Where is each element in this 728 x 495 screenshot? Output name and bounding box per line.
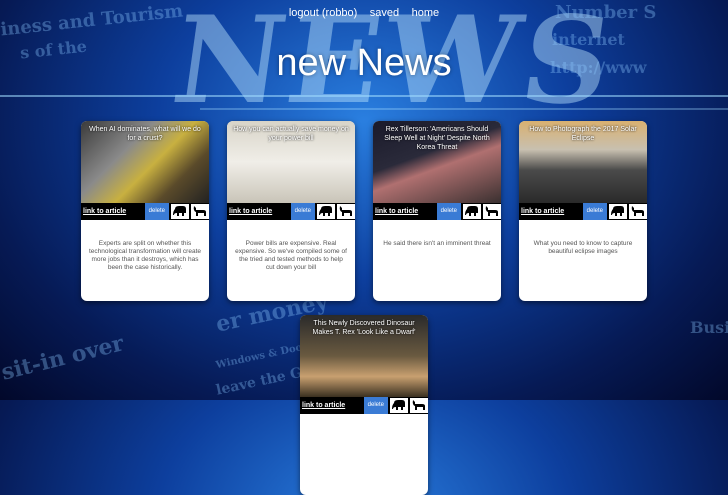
- elephant-icon[interactable]: [463, 204, 481, 219]
- delete-button[interactable]: delete: [290, 203, 315, 220]
- news-card: When AI dominates, what will we do for a…: [81, 121, 209, 301]
- article-headline: Rex Tillerson: 'Americans Should Sleep W…: [384, 126, 490, 151]
- news-card: How you can actually save money on your …: [227, 121, 355, 301]
- article-image: Rex Tillerson: 'Americans Should Sleep W…: [373, 121, 501, 203]
- article-description: He said there isn't an imminent threat: [383, 240, 491, 247]
- card-action-bar: link to article delete: [373, 203, 501, 220]
- card-action-bar: link to article delete: [519, 203, 647, 220]
- page-title: new News: [276, 42, 452, 84]
- article-headline: This Newly Discovered Dinosaur Makes T. …: [312, 320, 416, 336]
- article-image: When AI dominates, what will we do for a…: [81, 121, 209, 203]
- donkey-icon[interactable]: [191, 204, 209, 219]
- saved-link[interactable]: saved: [370, 7, 399, 19]
- article-image: This Newly Discovered Dinosaur Makes T. …: [300, 315, 428, 397]
- background-word: Business: [690, 318, 728, 337]
- elephant-icon[interactable]: [390, 398, 408, 413]
- article-image: How you can actually save money on your …: [227, 121, 355, 203]
- background-word: sit-in over: [0, 330, 127, 386]
- card-action-bar: link to article delete: [227, 203, 355, 220]
- elephant-icon[interactable]: [171, 204, 189, 219]
- top-nav: logout (robbo) saved home: [0, 3, 728, 21]
- home-link[interactable]: home: [412, 7, 440, 19]
- light-streak: [200, 108, 728, 110]
- donkey-icon[interactable]: [337, 204, 355, 219]
- delete-button[interactable]: delete: [436, 203, 461, 220]
- donkey-icon[interactable]: [410, 398, 428, 413]
- delete-button[interactable]: delete: [144, 203, 169, 220]
- link-to-article[interactable]: link to article: [373, 208, 437, 215]
- article-description: [300, 428, 428, 440]
- delete-button[interactable]: delete: [582, 203, 607, 220]
- article-image: How to Photograph the 2017 Solar Eclipse: [519, 121, 647, 203]
- donkey-icon[interactable]: [483, 204, 501, 219]
- link-to-article[interactable]: link to article: [81, 208, 145, 215]
- news-card: How to Photograph the 2017 Solar Eclipse…: [519, 121, 647, 301]
- elephant-icon[interactable]: [609, 204, 627, 219]
- light-streak: [0, 95, 728, 97]
- donkey-icon[interactable]: [629, 204, 647, 219]
- link-to-article[interactable]: link to article: [300, 402, 364, 409]
- card-action-bar: link to article delete: [81, 203, 209, 220]
- article-headline: How to Photograph the 2017 Solar Eclipse: [529, 126, 637, 142]
- logout-link[interactable]: logout (robbo): [289, 7, 358, 19]
- article-description: Experts are split on whether this techno…: [89, 240, 201, 271]
- article-description: What you need to know to capture beautif…: [533, 240, 633, 255]
- article-headline: How you can actually save money on your …: [233, 126, 349, 142]
- news-card: Rex Tillerson: 'Americans Should Sleep W…: [373, 121, 501, 301]
- article-headline: When AI dominates, what will we do for a…: [89, 126, 201, 142]
- link-to-article[interactable]: link to article: [227, 208, 291, 215]
- link-to-article[interactable]: link to article: [519, 208, 583, 215]
- elephant-icon[interactable]: [317, 204, 335, 219]
- news-card: This Newly Discovered Dinosaur Makes T. …: [300, 315, 428, 495]
- article-description: Power bills are expensive. Real expensiv…: [235, 240, 347, 271]
